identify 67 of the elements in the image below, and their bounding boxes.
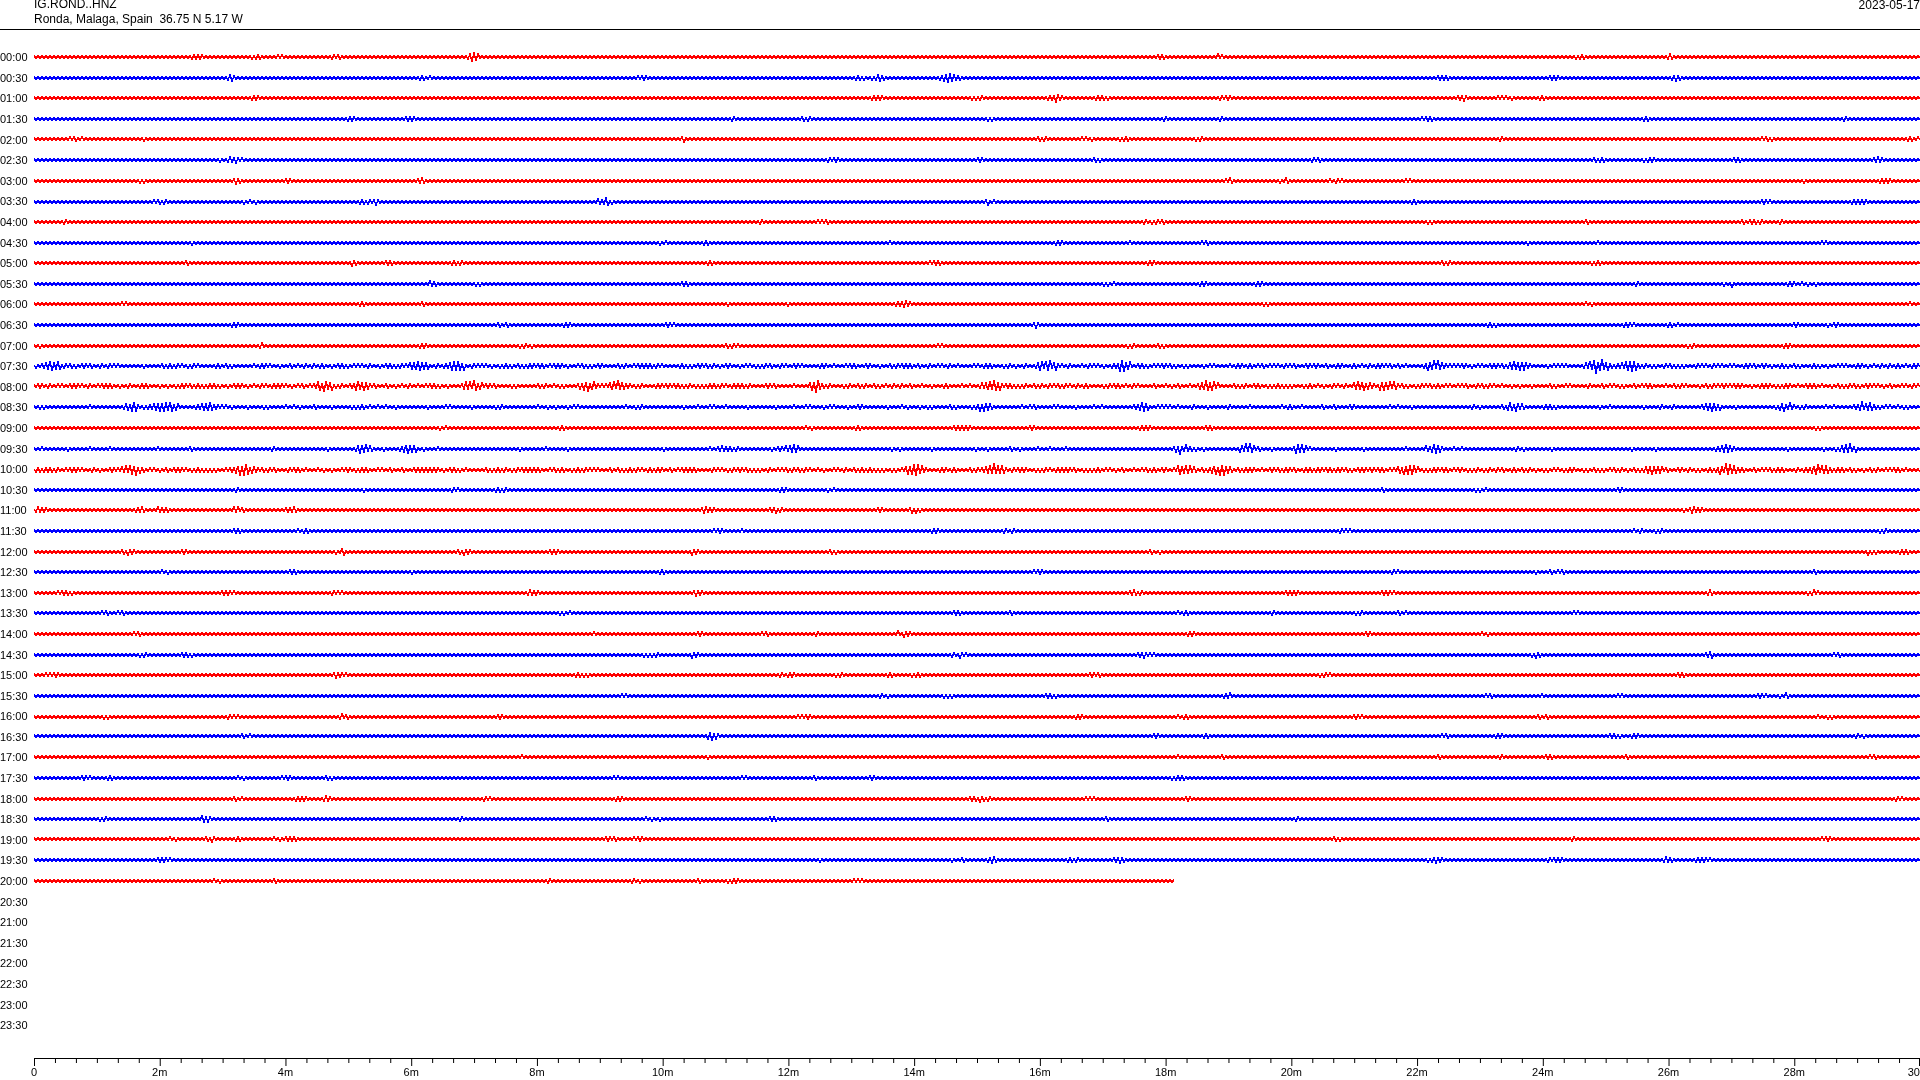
time-label: 09:00 xyxy=(0,422,29,434)
time-label: 03:30 xyxy=(0,195,29,208)
time-label: 23:30 xyxy=(0,1019,29,1032)
time-label: 20:30 xyxy=(0,895,29,908)
axis-label: 10m xyxy=(651,1065,674,1078)
time-label: 12:00 xyxy=(0,545,29,558)
time-label: 16:30 xyxy=(0,730,29,743)
time-label: 02:00 xyxy=(0,133,29,146)
time-label: 06:00 xyxy=(0,298,29,311)
time-label: 15:30 xyxy=(0,689,29,702)
station-location: Ronda, Malaga, Spain 36.75 N 5.17 W xyxy=(34,12,243,26)
time-label: 11:30 xyxy=(0,524,28,537)
time-label: 21:30 xyxy=(0,936,29,949)
time-label: 17:00 xyxy=(0,751,29,764)
time-label: 12:30 xyxy=(0,566,29,579)
time-label: 15:00 xyxy=(0,669,29,682)
time-label: 06:30 xyxy=(0,319,29,331)
time-label: 19:30 xyxy=(0,854,29,867)
time-label: 01:00 xyxy=(0,92,29,105)
time-label: 19:00 xyxy=(0,833,29,846)
time-label: 14:00 xyxy=(0,627,29,640)
time-label: 01:30 xyxy=(0,113,29,126)
axis-label: 30 xyxy=(1907,1065,1920,1078)
time-label: 21:00 xyxy=(0,916,29,929)
axis-label: 6m xyxy=(403,1065,419,1078)
time-label: 04:30 xyxy=(0,236,29,249)
time-label: 00:00 xyxy=(0,51,29,64)
axis-label: 24m xyxy=(1532,1065,1554,1078)
time-label: 09:30 xyxy=(0,442,29,455)
time-label: 04:00 xyxy=(0,216,29,229)
axis-label: 14m xyxy=(903,1065,925,1078)
time-label: 10:00 xyxy=(0,463,29,476)
axis-label: 8m xyxy=(529,1065,545,1078)
axis-label: 18m xyxy=(1154,1065,1177,1078)
time-label: 07:00 xyxy=(0,339,29,352)
time-label: 18:30 xyxy=(0,813,29,826)
time-label: 23:00 xyxy=(0,998,29,1011)
time-label: 22:30 xyxy=(0,978,29,990)
axis-label: 2m xyxy=(152,1065,168,1078)
time-label: 16:00 xyxy=(0,710,29,723)
time-label: 22:00 xyxy=(0,957,29,970)
time-label: 03:00 xyxy=(0,174,29,187)
time-label: 07:30 xyxy=(0,360,29,373)
time-label: 20:00 xyxy=(0,875,29,888)
axis-label: 12m xyxy=(777,1065,800,1078)
time-label: 05:00 xyxy=(0,257,29,270)
axis-label: 4m xyxy=(277,1065,294,1078)
time-label: 08:00 xyxy=(0,380,29,393)
axis-label: 0 xyxy=(31,1065,38,1078)
time-label: 18:00 xyxy=(0,792,29,805)
axis-label: 20m xyxy=(1280,1065,1303,1078)
time-label: 05:30 xyxy=(0,277,29,290)
time-label: 17:30 xyxy=(0,772,29,785)
axis-label: 28m xyxy=(1783,1065,1805,1078)
time-label: 13:00 xyxy=(0,586,29,599)
time-label: 14:30 xyxy=(0,648,29,661)
axis-label: 22m xyxy=(1406,1065,1428,1078)
time-label: 02:30 xyxy=(0,154,29,167)
time-label: 13:30 xyxy=(0,607,29,620)
axis-label: 26m xyxy=(1657,1065,1680,1078)
time-label: 10:30 xyxy=(0,483,29,496)
time-label: 11:00 xyxy=(0,504,28,517)
time-label: 08:30 xyxy=(0,401,29,414)
time-label: 00:30 xyxy=(0,71,29,84)
station-code: IG.ROND..HNZ xyxy=(34,0,118,11)
axis-label: 16m xyxy=(1029,1065,1051,1078)
date-label: 2023-05-17 xyxy=(1858,0,1920,12)
